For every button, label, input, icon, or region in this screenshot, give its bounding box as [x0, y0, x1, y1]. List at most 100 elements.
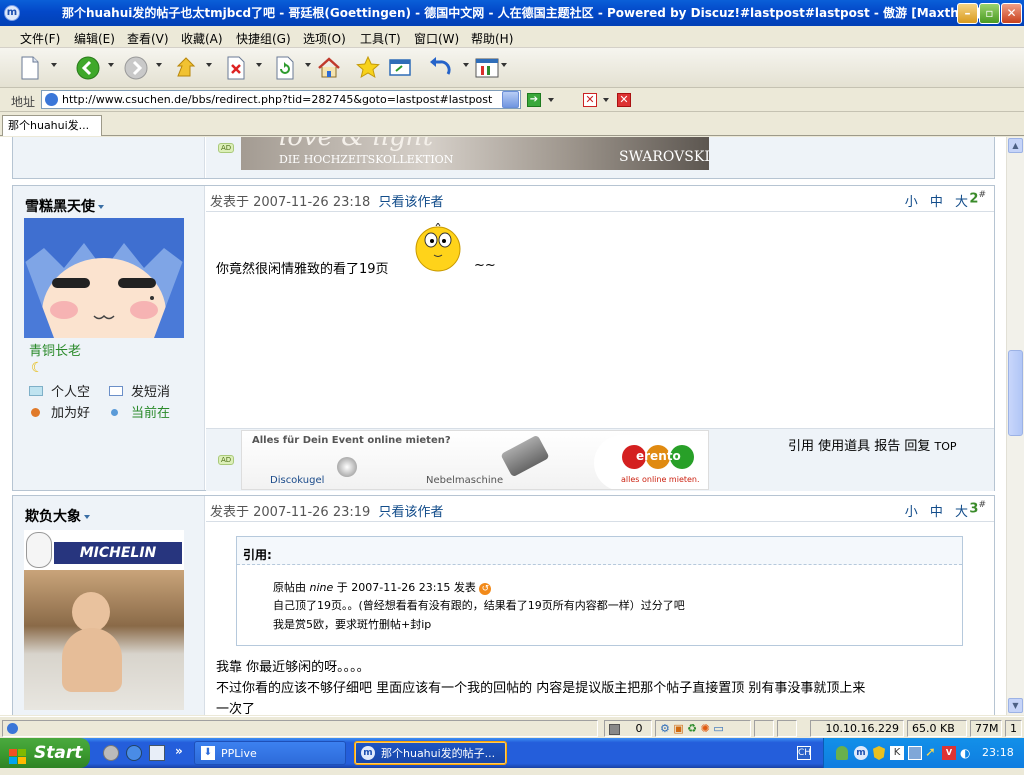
- go-icon[interactable]: ➔: [527, 93, 541, 107]
- post-2-author-only-link[interactable]: 只看该作者: [379, 195, 444, 210]
- task-pplive[interactable]: ⬇ PPLive: [194, 741, 346, 765]
- quicklaunch-more-chevron-icon[interactable]: »: [175, 744, 183, 758]
- tools-icon[interactable]: [473, 54, 501, 82]
- scroll-down-arrow-icon[interactable]: ▼: [1008, 698, 1023, 713]
- home-space-icon[interactable]: [29, 386, 43, 396]
- moon-rank-icon: ☾: [31, 360, 44, 376]
- switch-icon[interactable]: [386, 54, 414, 82]
- forward-icon[interactable]: [122, 54, 150, 82]
- message-icon[interactable]: [109, 386, 123, 396]
- screenshot-icon[interactable]: ▭: [713, 722, 723, 735]
- clock[interactable]: 23:18: [982, 746, 1014, 759]
- add-friend-icon[interactable]: [31, 408, 40, 417]
- url-history-dropdown-icon[interactable]: [502, 91, 519, 108]
- quicklaunch-ie-icon[interactable]: [126, 745, 142, 761]
- maxthon-app-icon[interactable]: m: [4, 5, 20, 21]
- quote-original-user-link[interactable]: nine: [310, 581, 334, 594]
- menu-options[interactable]: 选项(O): [303, 30, 346, 47]
- vertical-scrollbar[interactable]: ▲ ▼: [1006, 137, 1024, 715]
- tray-user-icon[interactable]: [836, 746, 848, 760]
- menu-window[interactable]: 窗口(W): [414, 30, 459, 47]
- close-button[interactable]: ✕: [1001, 3, 1022, 24]
- close-all-tabs-icon[interactable]: ✕: [617, 93, 631, 107]
- quicklaunch-desktop-icon[interactable]: [149, 745, 165, 761]
- refresh-icon[interactable]: [271, 54, 299, 82]
- post-2-actions[interactable]: 引用 使用道具 报告 回复 TOP: [788, 435, 957, 454]
- erento-banner[interactable]: Alles für Dein Event online mieten? Disc…: [241, 430, 709, 490]
- restore-button[interactable]: ▫: [979, 3, 1000, 24]
- user-menu-chevron-icon[interactable]: [98, 205, 104, 209]
- send-pm-link[interactable]: 发短消: [131, 381, 170, 400]
- swarovski-caption: DIE HOCHZEITSKOLLEKTION: [279, 153, 454, 166]
- post-2-date: 发表于 2007-11-26 23:18: [210, 195, 371, 210]
- post-2-username[interactable]: 雪糕黑天使: [25, 196, 104, 216]
- tools-dropdown-icon[interactable]: [501, 63, 507, 67]
- stop-dropdown-icon[interactable]: [256, 63, 262, 67]
- language-indicator[interactable]: CH: [797, 746, 811, 760]
- add-friend-link[interactable]: 加为好: [51, 402, 90, 421]
- tray-antivirus-icon[interactable]: V: [942, 746, 956, 760]
- menu-view[interactable]: 查看(V): [127, 30, 169, 47]
- tray-shield-icon[interactable]: [873, 746, 885, 760]
- home-icon[interactable]: [315, 54, 343, 82]
- back-icon[interactable]: [74, 54, 102, 82]
- post-2-actions-text[interactable]: 引用 使用道具 报告 回复: [788, 439, 930, 454]
- tray-maxthon-icon[interactable]: m: [854, 746, 868, 760]
- stop-icon[interactable]: [222, 54, 250, 82]
- swarovski-banner[interactable]: love & light DIE HOCHZEITSKOLLEKTION SWA…: [241, 137, 709, 170]
- new-window-dropdown-icon[interactable]: [51, 63, 57, 67]
- up-icon[interactable]: [172, 54, 200, 82]
- go-dropdown-icon[interactable]: [548, 98, 554, 102]
- undo-icon[interactable]: [427, 54, 455, 82]
- michelin-man-icon: [26, 532, 52, 568]
- close-tab-dropdown-icon[interactable]: [603, 98, 609, 102]
- tray-keyboard-icon[interactable]: K: [890, 746, 904, 760]
- tab-current[interactable]: 那个huahui发...: [2, 115, 102, 136]
- menu-edit[interactable]: 编辑(E): [74, 30, 115, 47]
- memory-usage: 77M: [970, 720, 1002, 737]
- goto-original-post-icon[interactable]: ↺: [479, 583, 492, 595]
- page-favicon-icon: [45, 93, 58, 106]
- minimize-button[interactable]: –: [957, 3, 978, 24]
- back-to-top-link[interactable]: TOP: [935, 440, 957, 453]
- menu-help[interactable]: 帮助(H): [471, 30, 513, 47]
- menu-tools[interactable]: 工具(T): [360, 30, 401, 47]
- post-3-author-only-link[interactable]: 只看该作者: [379, 505, 444, 520]
- quicklaunch-app-icon[interactable]: [103, 745, 119, 761]
- favorites-icon[interactable]: [354, 54, 382, 82]
- start-button[interactable]: Start: [0, 738, 90, 768]
- menu-favorites[interactable]: 收藏(A): [181, 30, 223, 47]
- forward-dropdown-icon[interactable]: [156, 63, 162, 67]
- tray-network-icon[interactable]: [908, 746, 922, 760]
- tray-cursor-icon[interactable]: ➚: [925, 746, 939, 760]
- media-icon[interactable]: ▣: [673, 722, 683, 735]
- user-menu-chevron-icon[interactable]: [84, 515, 90, 519]
- url-input[interactable]: http://www.csuchen.de/bbs/redirect.php?t…: [41, 90, 521, 109]
- popup-block-cell[interactable]: 0: [604, 720, 652, 737]
- scrollbar-thumb[interactable]: [1008, 350, 1023, 436]
- quote-line-2: 我是赏5欧，要求斑竹删帖+封ip: [273, 618, 432, 631]
- menu-file[interactable]: 文件(F): [20, 30, 60, 47]
- toolbar: [0, 48, 1024, 88]
- new-window-icon[interactable]: [16, 54, 44, 82]
- personal-space-link[interactable]: 个人空: [51, 381, 90, 400]
- undo-dropdown-icon[interactable]: [463, 63, 469, 67]
- task-maxthon[interactable]: m 那个huahui发的帖子...: [354, 741, 507, 765]
- swarovski-script-text: love & light: [279, 137, 434, 152]
- scroll-up-arrow-icon[interactable]: ▲: [1008, 138, 1023, 153]
- michelin-logo: MICHELIN: [54, 542, 182, 564]
- post-3-font-size-links[interactable]: 小 中 大: [905, 501, 972, 520]
- post-2-font-size-links[interactable]: 小 中 大: [905, 191, 972, 210]
- download-icon[interactable]: ♻: [687, 722, 697, 735]
- tray-volume-icon[interactable]: ◐: [960, 746, 974, 760]
- up-dropdown-icon[interactable]: [206, 63, 212, 67]
- post-3-username[interactable]: 欺负大象: [25, 506, 90, 526]
- flash-icon[interactable]: ✺: [701, 722, 710, 735]
- post-3-avatar[interactable]: MICHELIN: [24, 530, 184, 710]
- back-dropdown-icon[interactable]: [108, 63, 114, 67]
- close-tab-icon[interactable]: ✕: [583, 93, 597, 107]
- menu-groups[interactable]: 快捷组(G): [236, 30, 291, 47]
- refresh-dropdown-icon[interactable]: [305, 63, 311, 67]
- proxy-icon[interactable]: ⚙: [660, 722, 670, 735]
- post-2-avatar[interactable]: [24, 218, 184, 338]
